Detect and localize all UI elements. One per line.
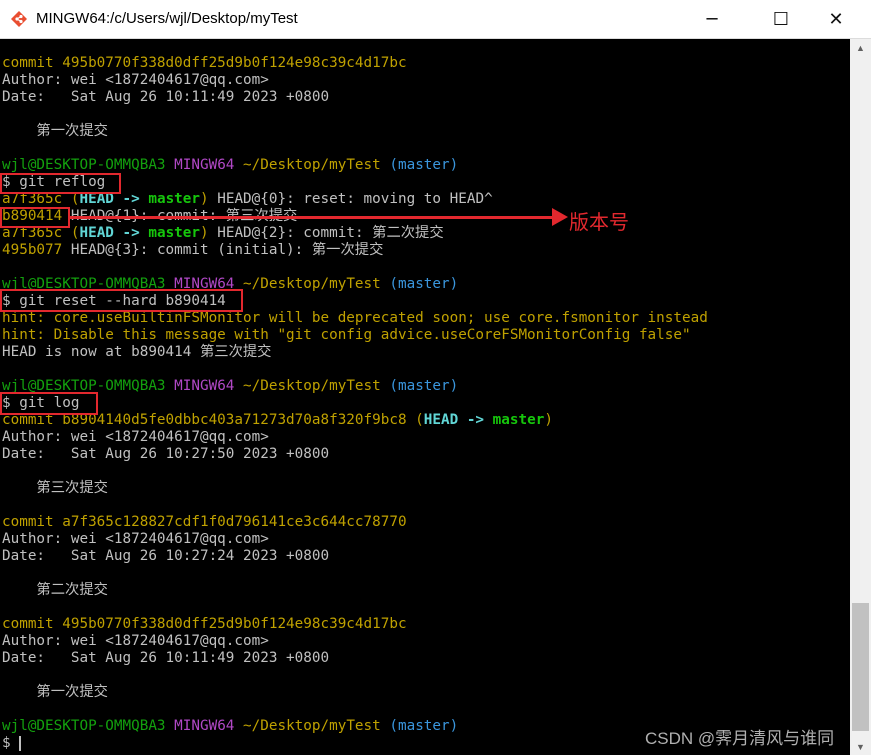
- terminal-text: master: [148, 191, 201, 207]
- terminal-line: wjl@DESKTOP-OMMQBA3 MINGW64 ~/Desktop/my…: [2, 718, 458, 735]
- terminal-text: wjl@DESKTOP-OMMQBA3: [2, 157, 175, 173]
- terminal-line: hint: core.useBuiltinFSMonitor will be d…: [2, 310, 708, 327]
- terminal-text: HEAD@{2}: commit: 第二次提交: [208, 225, 444, 241]
- terminal-line: Date: Sat Aug 26 10:11:49 2023 +0800: [2, 650, 329, 667]
- terminal-text: MINGW64: [174, 157, 244, 173]
- highlight-box-reset: [0, 289, 243, 312]
- terminal-text: hint: Disable this message with "git con…: [2, 327, 691, 343]
- terminal-text: master: [148, 225, 201, 241]
- text-cursor: [19, 735, 22, 751]
- terminal-text: Date: Sat Aug 26 10:27:24 2023 +0800: [2, 548, 330, 564]
- terminal-line: Date: Sat Aug 26 10:27:50 2023 +0800: [2, 446, 329, 463]
- annotation-arrow-head: [552, 208, 568, 226]
- terminal-line: 495b077 HEAD@{3}: commit (initial): 第一次提…: [2, 242, 383, 259]
- terminal-text: (: [415, 412, 424, 428]
- terminal-text: ): [200, 191, 209, 207]
- terminal-line: Author: wei <1872404617@qq.com>: [2, 531, 269, 548]
- terminal-text: Date: Sat Aug 26 10:27:50 2023 +0800: [2, 446, 330, 462]
- terminal-line: 第一次提交: [2, 123, 108, 140]
- terminal-text: HEAD is now at b890414 第三次提交: [2, 344, 272, 360]
- terminal-text: 495b077: [2, 242, 63, 258]
- terminal-text: ~/Desktop/myTest: [243, 157, 381, 173]
- terminal-text: Author: wei <1872404617@qq.com>: [2, 531, 269, 547]
- terminal-text: 第一次提交: [2, 123, 108, 139]
- annotation-label: 版本号: [569, 210, 629, 234]
- terminal-line: 第二次提交: [2, 582, 108, 599]
- terminal-text: Date: Sat Aug 26 10:11:49 2023 +0800: [2, 89, 330, 105]
- terminal-text: HEAD ->: [423, 412, 493, 428]
- terminal-text: 第三次提交: [2, 480, 108, 496]
- close-button[interactable]: ✕: [813, 0, 859, 38]
- terminal-text: Author: wei <1872404617@qq.com>: [2, 72, 269, 88]
- terminal-text: ): [200, 225, 209, 241]
- annotation-arrow: [68, 216, 560, 219]
- terminal-text: (master): [380, 157, 459, 173]
- highlight-box-log: [0, 392, 98, 415]
- terminal-text: ~/Desktop/myTest: [243, 276, 381, 292]
- terminal-line: $: [2, 735, 22, 752]
- watermark: CSDN @霁月清风与谁同: [645, 729, 835, 748]
- terminal-text: hint: core.useBuiltinFSMonitor will be d…: [2, 310, 708, 326]
- terminal-line: Date: Sat Aug 26 10:27:24 2023 +0800: [2, 548, 329, 565]
- terminal-line: HEAD is now at b890414 第三次提交: [2, 344, 271, 361]
- terminal-line: Author: wei <1872404617@qq.com>: [2, 429, 269, 446]
- terminal-text: Date: Sat Aug 26 10:11:49 2023 +0800: [2, 650, 330, 666]
- terminal-text: wjl@DESKTOP-OMMQBA3: [2, 718, 175, 734]
- terminal-text: $: [2, 735, 20, 751]
- terminal-text: (master): [380, 718, 459, 734]
- terminal-line: Author: wei <1872404617@qq.com>: [2, 633, 269, 650]
- terminal-text: master: [492, 412, 545, 428]
- terminal-line: hint: Disable this message with "git con…: [2, 327, 691, 344]
- terminal-text: Author: wei <1872404617@qq.com>: [2, 633, 269, 649]
- terminal-text: MINGW64: [174, 378, 244, 394]
- terminal-text: (master): [380, 276, 459, 292]
- terminal-text: HEAD@{0}: reset: moving to HEAD^: [208, 191, 493, 207]
- terminal-text: Author: wei <1872404617@qq.com>: [2, 429, 269, 445]
- terminal-line: Author: wei <1872404617@qq.com>: [2, 72, 269, 89]
- terminal-line: Date: Sat Aug 26 10:11:49 2023 +0800: [2, 89, 329, 106]
- terminal-text: commit 495b0770f338d0dff25d9b0f124e98c39…: [2, 55, 407, 71]
- terminal-line: 第三次提交: [2, 480, 108, 497]
- scroll-up-icon[interactable]: ▲: [850, 39, 871, 56]
- terminal-text: commit a7f365c128827cdf1f0d796141ce3c644…: [2, 514, 407, 530]
- terminal-text: HEAD ->: [79, 225, 149, 241]
- terminal-text: 第二次提交: [2, 582, 108, 598]
- terminal-text: commit 495b0770f338d0dff25d9b0f124e98c39…: [2, 616, 407, 632]
- terminal-line: commit 495b0770f338d0dff25d9b0f124e98c39…: [2, 616, 407, 633]
- title-bar: MINGW64:/c/Users/wjl/Desktop/myTest ─ ☐ …: [0, 0, 871, 39]
- git-bash-icon: [11, 11, 27, 27]
- terminal-output[interactable]: commit 495b0770f338d0dff25d9b0f124e98c39…: [0, 39, 850, 755]
- terminal-text: ~/Desktop/myTest: [243, 378, 381, 394]
- highlight-box-reflog: [0, 173, 121, 194]
- vertical-scrollbar[interactable]: ▲ ▼: [850, 39, 871, 755]
- terminal-text: MINGW64: [174, 718, 244, 734]
- terminal-text: 第一次提交: [2, 684, 108, 700]
- minimize-button[interactable]: ─: [689, 0, 735, 38]
- maximize-button[interactable]: ☐: [758, 0, 804, 38]
- terminal-text: ): [544, 412, 553, 428]
- scroll-down-icon[interactable]: ▼: [850, 738, 871, 755]
- terminal-line: commit 495b0770f338d0dff25d9b0f124e98c39…: [2, 55, 407, 72]
- terminal-line: commit a7f365c128827cdf1f0d796141ce3c644…: [2, 514, 407, 531]
- terminal-line: wjl@DESKTOP-OMMQBA3 MINGW64 ~/Desktop/my…: [2, 157, 458, 174]
- highlight-box-version: [0, 207, 70, 228]
- window-title: MINGW64:/c/Users/wjl/Desktop/myTest: [36, 10, 298, 27]
- terminal-text: (master): [380, 378, 459, 394]
- terminal-text: ~/Desktop/myTest: [243, 718, 381, 734]
- scrollbar-thumb[interactable]: [852, 603, 869, 731]
- terminal-text: HEAD@{3}: commit (initial): 第一次提交: [62, 242, 384, 258]
- terminal-line: 第一次提交: [2, 684, 108, 701]
